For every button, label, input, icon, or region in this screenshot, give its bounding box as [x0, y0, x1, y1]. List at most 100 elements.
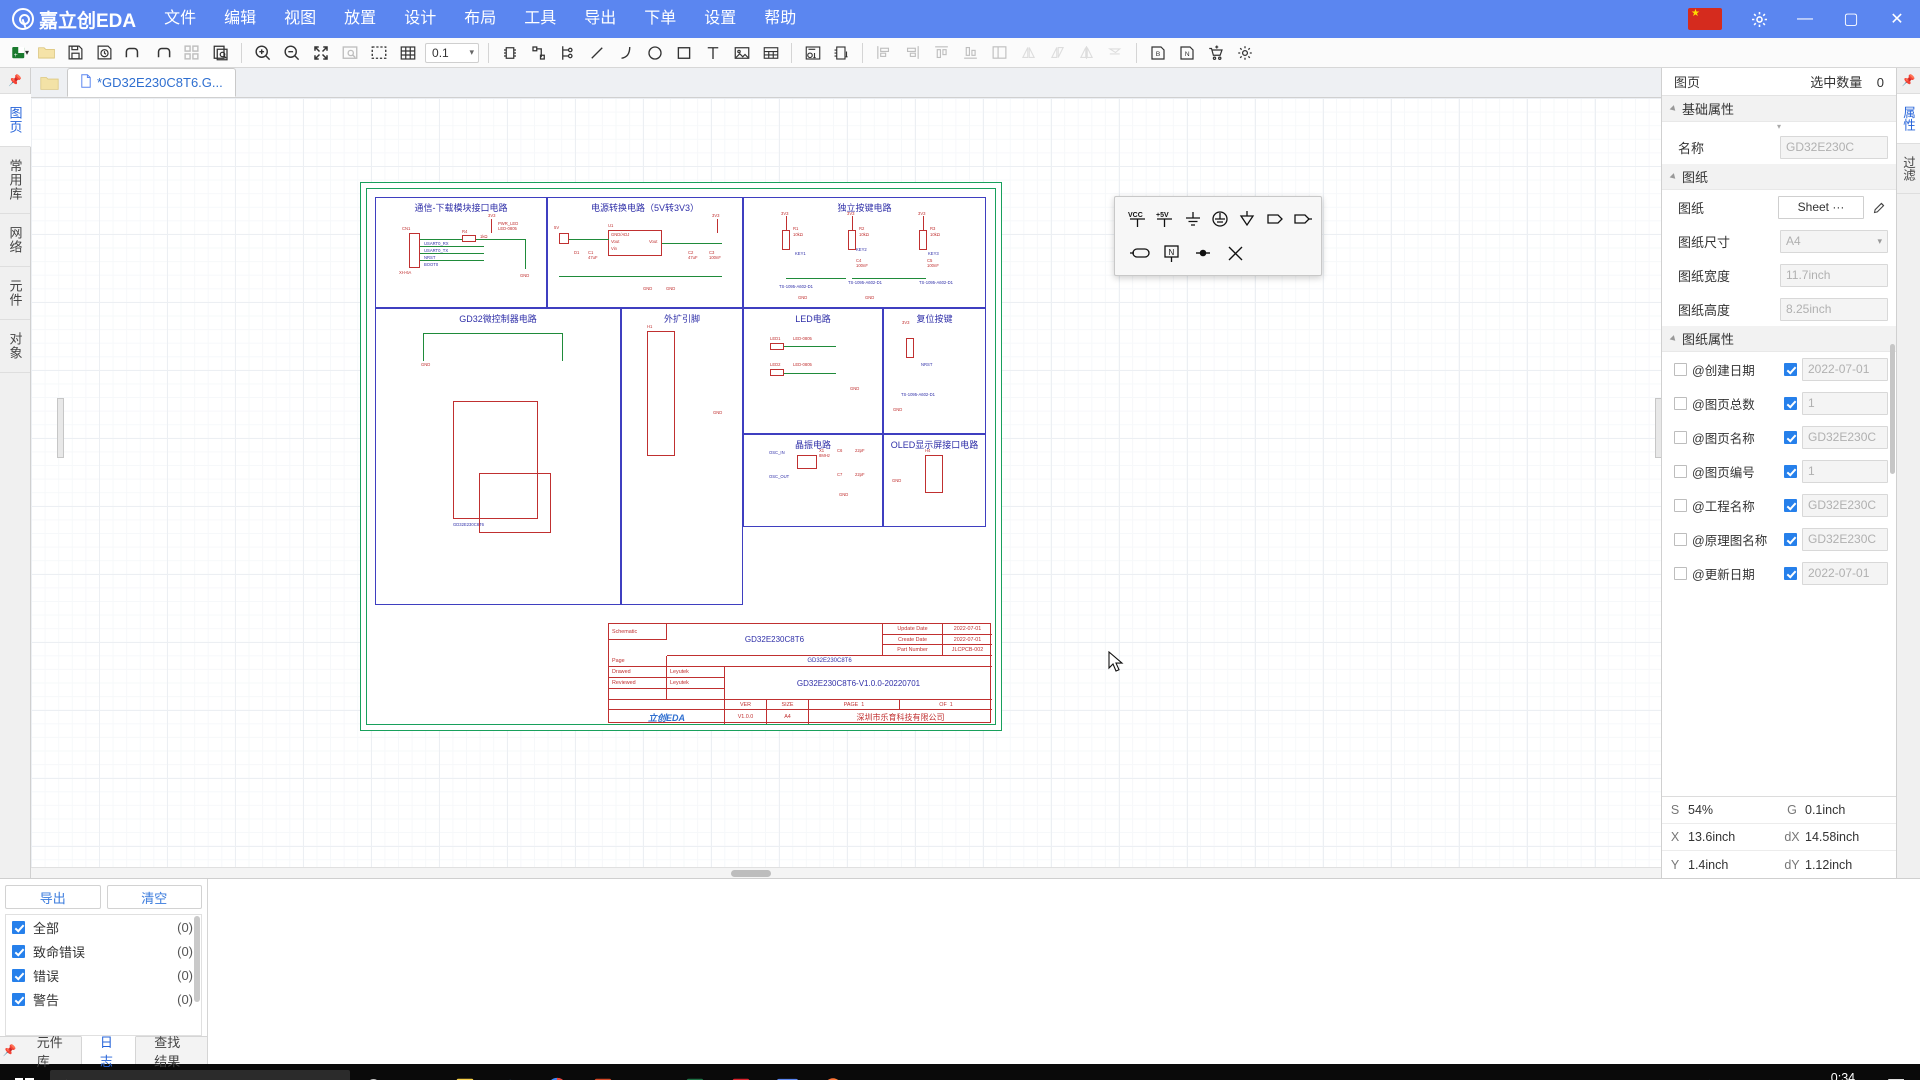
- draw-circle-icon[interactable]: [640, 40, 669, 66]
- place-table-icon[interactable]: [756, 40, 785, 66]
- enabled-checkbox[interactable]: [1784, 430, 1797, 444]
- save-history-icon[interactable]: [90, 40, 119, 66]
- menu-help[interactable]: 帮助: [750, 0, 810, 38]
- netlist-icon[interactable]: N: [1172, 40, 1201, 66]
- filter-checkbox[interactable]: [12, 920, 25, 934]
- left-splitter-handle[interactable]: [57, 398, 64, 458]
- net-port-oval-icon[interactable]: [1125, 239, 1155, 267]
- place-bus-icon[interactable]: [553, 40, 582, 66]
- property-row-project-name[interactable]: @工程名称 GD32E230C: [1662, 488, 1896, 522]
- no-connect-dot-icon[interactable]: [1189, 239, 1219, 267]
- grid-size-input[interactable]: 0.1 ▾: [425, 42, 480, 63]
- redo-icon[interactable]: [148, 40, 177, 66]
- menu-export[interactable]: 导出: [570, 0, 630, 38]
- properties-scroll-area[interactable]: 基础属性 ▾ 名称 GD32E230C 图纸 图纸 Sheet ··· 图纸尺寸: [1662, 96, 1896, 796]
- schematic-name-input[interactable]: GD32E230C: [1802, 527, 1888, 551]
- enabled-checkbox[interactable]: [1784, 464, 1797, 478]
- mirror-1-icon[interactable]: [1014, 40, 1043, 66]
- visible-checkbox[interactable]: [1674, 566, 1687, 580]
- tab-properties[interactable]: 属性: [1897, 94, 1920, 144]
- renumber-icon[interactable]: [827, 40, 856, 66]
- enabled-checkbox[interactable]: [1784, 498, 1797, 512]
- align-left-icon[interactable]: [869, 40, 898, 66]
- right-splitter-handle[interactable]: [1655, 398, 1661, 458]
- sheet-select[interactable]: Sheet ···: [1778, 195, 1864, 219]
- net-flag-palette[interactable]: VCC +5V N: [1114, 196, 1322, 276]
- schematic-block-pins[interactable]: 外扩引脚: [621, 308, 743, 605]
- pencil-icon[interactable]: [1870, 200, 1888, 215]
- page-name-input[interactable]: GD32E230C: [1802, 425, 1888, 449]
- copy-find-icon[interactable]: [206, 40, 235, 66]
- schematic-block-led[interactable]: LED电路: [743, 308, 883, 434]
- chevron-up-icon[interactable]: [1612, 1064, 1640, 1080]
- visible-checkbox[interactable]: [1674, 362, 1687, 376]
- align-top-icon[interactable]: [927, 40, 956, 66]
- log-filter-row-all[interactable]: 全部 (0): [6, 915, 201, 939]
- filter-checkbox[interactable]: [12, 992, 25, 1006]
- property-row-sheet-width[interactable]: 图纸宽度 11.7inch: [1662, 258, 1896, 292]
- powerpoint-icon[interactable]: P: [580, 1064, 626, 1080]
- notifications-icon[interactable]: [1878, 1064, 1916, 1080]
- pdf-reader-icon[interactable]: P: [718, 1064, 764, 1080]
- sidebar-item-components[interactable]: 元件: [0, 267, 30, 320]
- resistor-r3[interactable]: [919, 230, 927, 250]
- zoom-selection-icon[interactable]: [364, 40, 393, 66]
- resistor-led1[interactable]: [770, 343, 784, 350]
- draw-rect-icon[interactable]: [669, 40, 698, 66]
- property-row-sheet[interactable]: 图纸 Sheet ···: [1662, 190, 1896, 224]
- taskbar-clock[interactable]: 0:34 2022-7-2: [1808, 1070, 1878, 1080]
- bom-icon[interactable]: B: [1143, 40, 1172, 66]
- draw-arc-icon[interactable]: [611, 40, 640, 66]
- enabled-checkbox[interactable]: [1784, 566, 1797, 580]
- security-shield-icon[interactable]: [1696, 1064, 1724, 1080]
- place-component-icon[interactable]: [495, 40, 524, 66]
- excel-icon[interactable]: X: [672, 1064, 718, 1080]
- scrollbar-thumb[interactable]: [731, 870, 771, 877]
- property-row-update-date[interactable]: @更新日期 2022-07-01: [1662, 556, 1896, 590]
- distribute-icon[interactable]: [985, 40, 1014, 66]
- enabled-checkbox[interactable]: [1784, 396, 1797, 410]
- plus5v-flag-icon[interactable]: +5V: [1152, 205, 1177, 233]
- properties-scrollbar-thumb[interactable]: [1890, 344, 1895, 474]
- pin-header[interactable]: [647, 331, 675, 456]
- menu-view[interactable]: 视图: [270, 0, 330, 38]
- align-bottom-icon[interactable]: [956, 40, 985, 66]
- resistor-r4[interactable]: [462, 235, 476, 242]
- group-sheet[interactable]: 图纸: [1662, 164, 1896, 190]
- visible-checkbox[interactable]: [1674, 396, 1687, 410]
- save-icon[interactable]: [61, 40, 90, 66]
- sheet-width-input[interactable]: 11.7inch: [1780, 263, 1888, 287]
- tab-filter[interactable]: 过滤: [1897, 144, 1920, 194]
- menu-layout[interactable]: 布局: [450, 0, 510, 38]
- property-row-create-date[interactable]: @创建日期 2022-07-01: [1662, 352, 1896, 386]
- log-filter-row-error[interactable]: 错误 (0): [6, 963, 201, 987]
- resistor-led2[interactable]: [770, 369, 784, 376]
- no-connect-cross-icon[interactable]: [1221, 239, 1251, 267]
- volume-icon[interactable]: [1780, 1064, 1808, 1080]
- sticky-notes-icon[interactable]: [442, 1064, 488, 1080]
- menu-settings[interactable]: 设置: [690, 0, 750, 38]
- pin-icon[interactable]: 📌: [1897, 68, 1920, 94]
- preferences-gear-icon[interactable]: [1230, 40, 1259, 66]
- tab-find-results[interactable]: 查找结果: [136, 1035, 207, 1069]
- visible-checkbox[interactable]: [1674, 532, 1687, 546]
- mirror-2-icon[interactable]: [1043, 40, 1072, 66]
- task-view-icon[interactable]: [396, 1064, 442, 1080]
- schematic-block-reset[interactable]: 复位按键: [883, 308, 986, 434]
- sheet-size-select[interactable]: A4 ▾: [1780, 229, 1888, 253]
- crystal-x1[interactable]: [797, 455, 817, 469]
- panel-layout-icon[interactable]: [177, 40, 206, 66]
- app-tray-icon[interactable]: [1640, 1064, 1668, 1080]
- resistor-r2[interactable]: [848, 230, 856, 250]
- schematic-sheet[interactable]: 通信-下载模块接口电路 电源转换电路（5V转3V3） 独立按键电路 GD32微控…: [360, 182, 1002, 731]
- battery-icon[interactable]: [1724, 1064, 1752, 1080]
- panel-resize-handle[interactable]: ▾: [1662, 122, 1896, 131]
- sheet-height-input[interactable]: 8.25inch: [1780, 297, 1888, 321]
- china-flag-icon[interactable]: [1688, 8, 1722, 30]
- new-project-dropdown-caret[interactable]: ▾: [25, 48, 29, 57]
- ground-chassis-icon[interactable]: [1235, 205, 1260, 233]
- tab-component-library[interactable]: 元件库: [19, 1035, 81, 1069]
- windows-logo-icon[interactable]: [0, 1064, 48, 1080]
- close-button[interactable]: ✕: [1874, 0, 1920, 38]
- ground-signal-icon[interactable]: [1180, 205, 1205, 233]
